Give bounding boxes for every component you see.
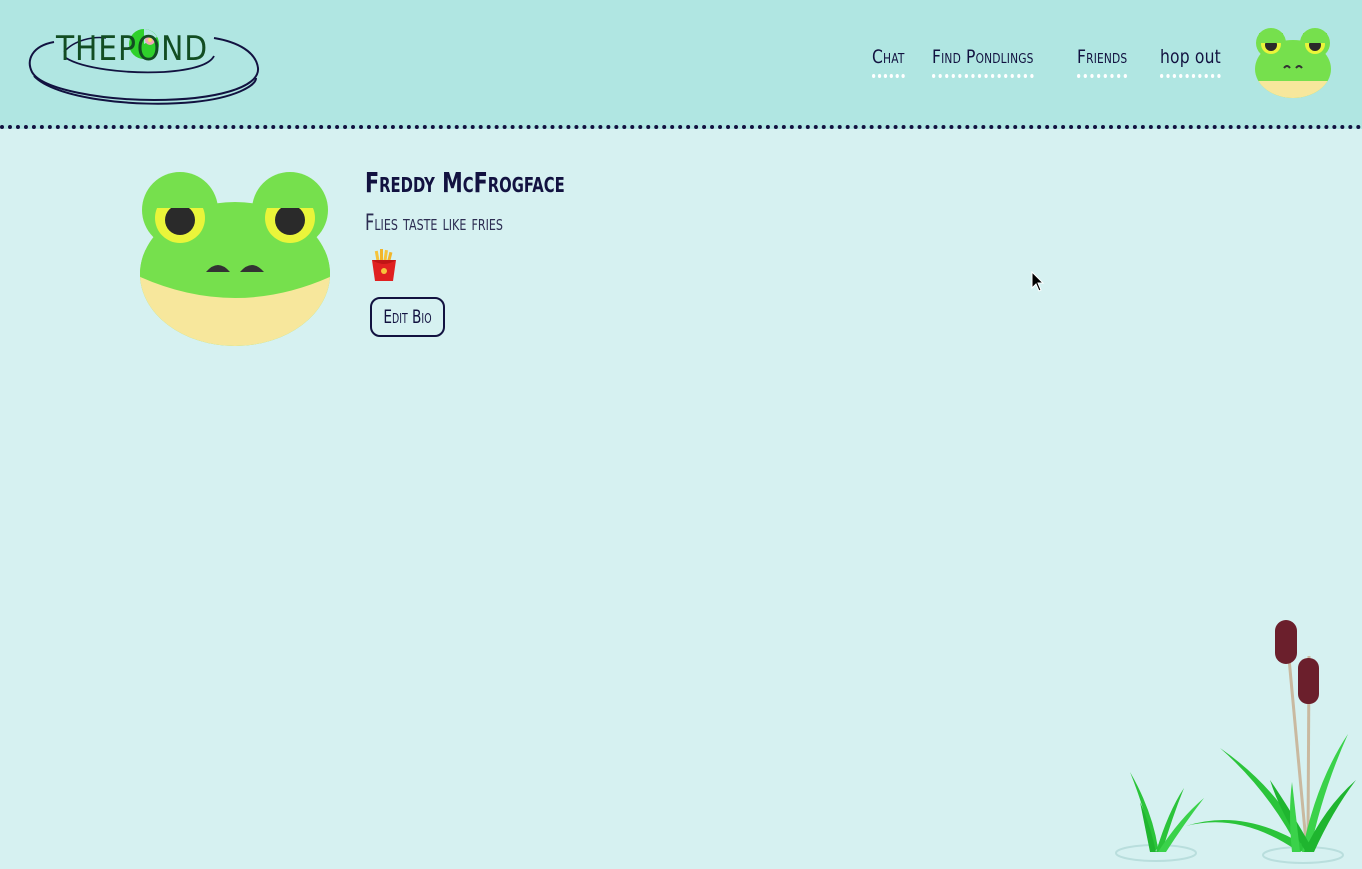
mouse-cursor-icon [1031,270,1045,293]
edit-bio-label: Edit Bio [383,306,432,328]
profile-name: Freddy McFrogface [365,166,565,199]
nav-chat-link[interactable]: Chat [871,46,905,78]
cattails-decoration [1110,612,1362,869]
nav-find-pondlings-link[interactable]: Find Pondlings [932,46,1034,78]
main-nav: Chat Find Pondlings Friends hop out [871,46,1234,78]
frog-face-icon [1255,28,1331,98]
user-avatar[interactable] [1254,27,1332,99]
logo-text: THEPOND [55,29,208,69]
cattails-grass-icon [1115,620,1356,864]
pond-logo-icon: THEPOND [28,29,260,105]
edit-bio-button[interactable]: Edit Bio [370,297,445,337]
site-header: THEPOND Chat Find Pondlings Friends hop … [0,0,1362,129]
french-fries-icon [369,248,399,282]
nav-hop-out-link[interactable]: hop out [1159,46,1221,78]
profile-bio: Flies taste like fries [365,211,503,236]
profile-picture [138,170,332,346]
page: THEPOND Chat Find Pondlings Friends hop … [0,0,1362,869]
nav-friends-link[interactable]: Friends [1077,46,1128,78]
pond-logo[interactable]: THEPOND [24,22,264,108]
frog-face-icon [140,172,330,346]
